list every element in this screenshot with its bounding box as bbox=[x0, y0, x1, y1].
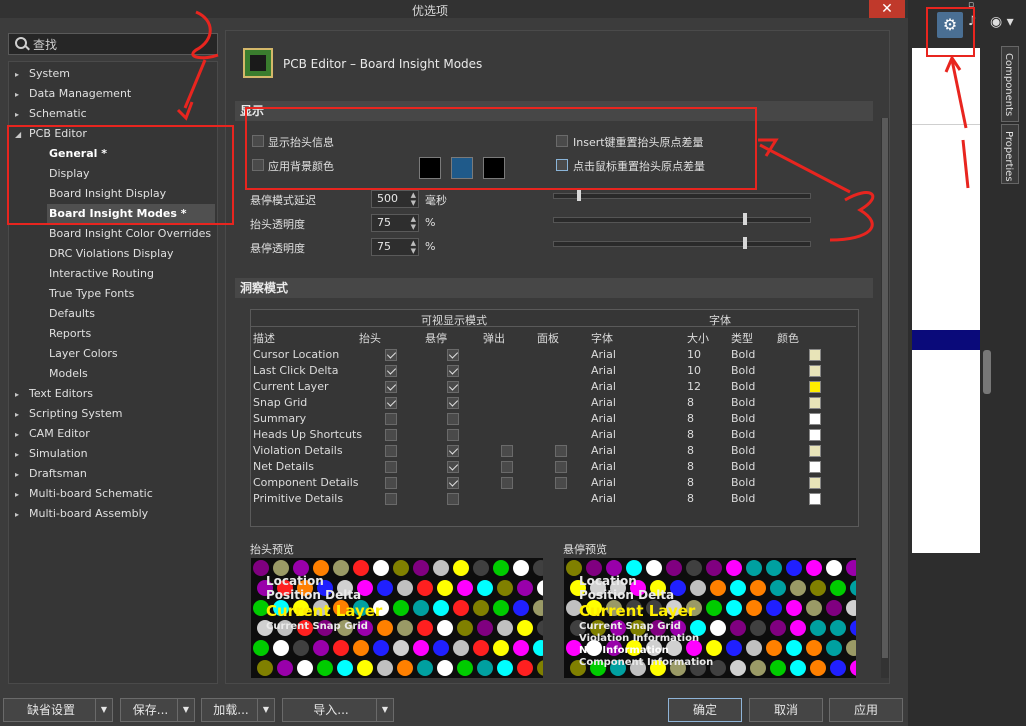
annotation-strokes bbox=[176, 10, 970, 242]
